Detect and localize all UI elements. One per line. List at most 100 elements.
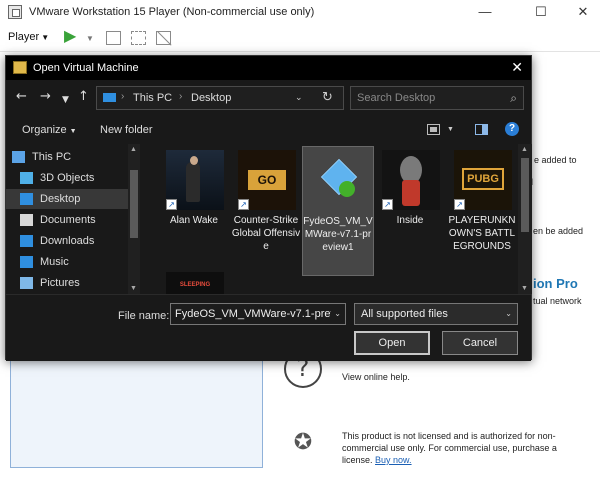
vmware-titlebar: VMware Workstation 15 Player (Non-commer… <box>0 0 600 24</box>
scrollbar-thumb[interactable] <box>521 158 529 232</box>
file-item[interactable]: ↗ Inside <box>374 146 446 276</box>
desktop-icon <box>20 193 33 205</box>
dialog-title: Open Virtual Machine <box>33 62 139 74</box>
sidebar-item-3d-objects[interactable]: 3D Objects <box>6 168 128 188</box>
file-list-scrollbar[interactable]: ▲ ▼ <box>518 144 532 294</box>
inside-icon: ↗ <box>382 150 440 210</box>
create-vm-description: e added to <box>534 155 577 165</box>
dialog-close-button[interactable]: ✕ <box>511 59 523 75</box>
file-item-label: Alan Wake <box>170 215 218 226</box>
alan-wake-icon: ↗ <box>166 150 224 210</box>
breadcrumb-desktop[interactable]: Desktop <box>191 92 231 104</box>
navigation-scrollbar[interactable]: ▲ ▼ <box>128 144 140 294</box>
file-item[interactable]: SLEEPING <box>158 268 230 294</box>
dialog-titlebar: Open Virtual Machine ✕ <box>6 56 531 80</box>
file-type-value: All supported files <box>361 308 448 320</box>
scrollbar-thumb[interactable] <box>130 170 138 238</box>
change-view-icon[interactable] <box>427 124 440 135</box>
scroll-down-icon[interactable]: ▼ <box>521 285 528 292</box>
maximize-button[interactable]: ☐ <box>518 0 564 24</box>
file-item[interactable]: GO ↗ Counter-Strike Global Offensive <box>230 146 302 276</box>
cancel-button[interactable]: Cancel <box>442 331 518 355</box>
back-arrow-icon[interactable]: ← <box>16 89 27 105</box>
play-icon[interactable]: ▶ <box>64 29 76 45</box>
file-list: ↗ Alan Wake GO ↗ Counter-Strike Global Offen… <box>144 144 518 294</box>
help-link[interactable]: View online help. <box>342 372 410 382</box>
dialog-navigation-bar: ← → ▼ ↑ › This PC › Desktop ⌄ ↻ ⌕ <box>6 80 531 116</box>
file-name-label: File name: <box>118 310 170 322</box>
file-name-dropdown-icon[interactable]: ⌄ <box>334 309 341 318</box>
forward-arrow-icon[interactable]: → <box>40 89 51 105</box>
this-pc-icon <box>103 93 116 102</box>
scroll-up-icon[interactable]: ▲ <box>130 146 137 153</box>
sidebar-item-this-pc[interactable]: This PC <box>6 147 128 167</box>
shortcut-arrow-icon: ↗ <box>454 199 465 210</box>
file-name-combo[interactable]: ⌄ <box>170 303 346 325</box>
scroll-down-icon[interactable]: ▼ <box>130 285 137 292</box>
recent-locations-chevron-icon[interactable]: ▼ <box>62 92 69 108</box>
music-icon <box>20 256 33 268</box>
address-bar[interactable]: › This PC › Desktop ⌄ ↻ <box>96 86 344 110</box>
scroll-up-icon[interactable]: ▲ <box>521 146 528 153</box>
minimize-button[interactable]: — <box>462 0 508 24</box>
sidebar-item-downloads[interactable]: Downloads <box>6 231 128 251</box>
documents-icon <box>20 214 33 226</box>
sidebar-item-music[interactable]: Music <box>6 252 128 272</box>
file-item-label: FydeOS_VM_VMWare-v7.1-preview1 <box>303 216 373 253</box>
shortcut-arrow-icon: ↗ <box>238 199 249 210</box>
view-options-chevron-icon[interactable]: ▼ <box>447 126 454 133</box>
sidebar-item-desktop[interactable]: Desktop <box>6 189 128 209</box>
search-icon[interactable]: ⌕ <box>510 91 517 106</box>
file-name-input[interactable] <box>171 304 331 324</box>
3d-objects-icon <box>20 172 33 184</box>
full-screen-icon[interactable] <box>131 31 146 45</box>
shortcut-arrow-icon: ↗ <box>166 199 177 210</box>
send-ctrl-alt-del-icon[interactable] <box>106 31 121 45</box>
buy-now-link[interactable]: Buy now. <box>375 455 412 465</box>
csgo-icon: GO ↗ <box>238 150 296 210</box>
file-item[interactable]: FydeOS_VM_VMWare-v7.1-preview1 <box>302 146 374 276</box>
file-item-label: Inside <box>396 215 424 226</box>
license-icon: ✪ <box>293 429 313 454</box>
vmware-app-icon <box>8 5 22 19</box>
open-button[interactable]: Open <box>354 331 430 355</box>
preview-pane-icon[interactable] <box>475 124 488 135</box>
sidebar-item-pictures[interactable]: Pictures <box>6 273 128 293</box>
command-bar: Organize ▼ New folder ▼ ? <box>6 116 531 142</box>
upgrade-pro-description: tual network <box>533 296 582 306</box>
refresh-icon[interactable]: ↻ <box>322 90 333 105</box>
downloads-icon <box>20 235 33 247</box>
organize-button[interactable]: Organize ▼ <box>22 124 77 136</box>
sidebar-item-label: 3D Objects <box>40 172 95 184</box>
breadcrumb-this-pc[interactable]: This PC <box>133 92 172 104</box>
open-vm-description-2: en be added <box>533 226 584 236</box>
address-dropdown-chevron-icon[interactable]: ⌄ <box>295 92 303 103</box>
new-folder-button[interactable]: New folder <box>100 124 153 136</box>
sidebar-item-label: This PC <box>32 151 72 163</box>
pubg-icon: PUBG ↗ <box>454 150 512 210</box>
dialog-footer: File name: ⌄ All supported files ⌄ Open … <box>6 294 531 361</box>
sidebar-item-label: Downloads <box>40 235 95 247</box>
file-type-select[interactable]: All supported files ⌄ <box>354 303 518 325</box>
file-item[interactable]: PUBG ↗ PLAYERUNKNOWN'S BATTLEGROUNDS <box>446 146 518 276</box>
player-menu-label: Player <box>8 31 40 43</box>
sidebar-item-label: Music <box>40 256 69 268</box>
sidebar-item-label: Desktop <box>40 193 81 205</box>
chevron-down-icon: ▼ <box>69 128 77 135</box>
window-close-button[interactable]: ✕ <box>560 0 600 24</box>
organize-label: Organize <box>22 124 67 136</box>
search-box[interactable]: ⌕ <box>350 86 524 110</box>
vmware-toolbar: Player ▼ ▶ ▼ <box>0 24 600 52</box>
help-info-icon[interactable]: ? <box>505 122 519 136</box>
unity-icon[interactable] <box>156 31 171 45</box>
file-item[interactable]: ↗ Alan Wake <box>158 146 230 276</box>
upgrade-pro-heading[interactable]: ion Pro <box>533 276 578 291</box>
play-menu-chevron-icon[interactable]: ▼ <box>86 34 94 43</box>
breadcrumb-separator-icon: › <box>179 91 183 102</box>
sidebar-item-documents[interactable]: Documents <box>6 210 128 230</box>
up-arrow-icon[interactable]: ↑ <box>78 89 89 105</box>
search-input[interactable] <box>351 87 501 109</box>
player-menu[interactable]: Player ▼ <box>8 31 49 43</box>
sidebar-item-label: Pictures <box>40 277 80 289</box>
shortcut-arrow-icon: ↗ <box>382 199 393 210</box>
